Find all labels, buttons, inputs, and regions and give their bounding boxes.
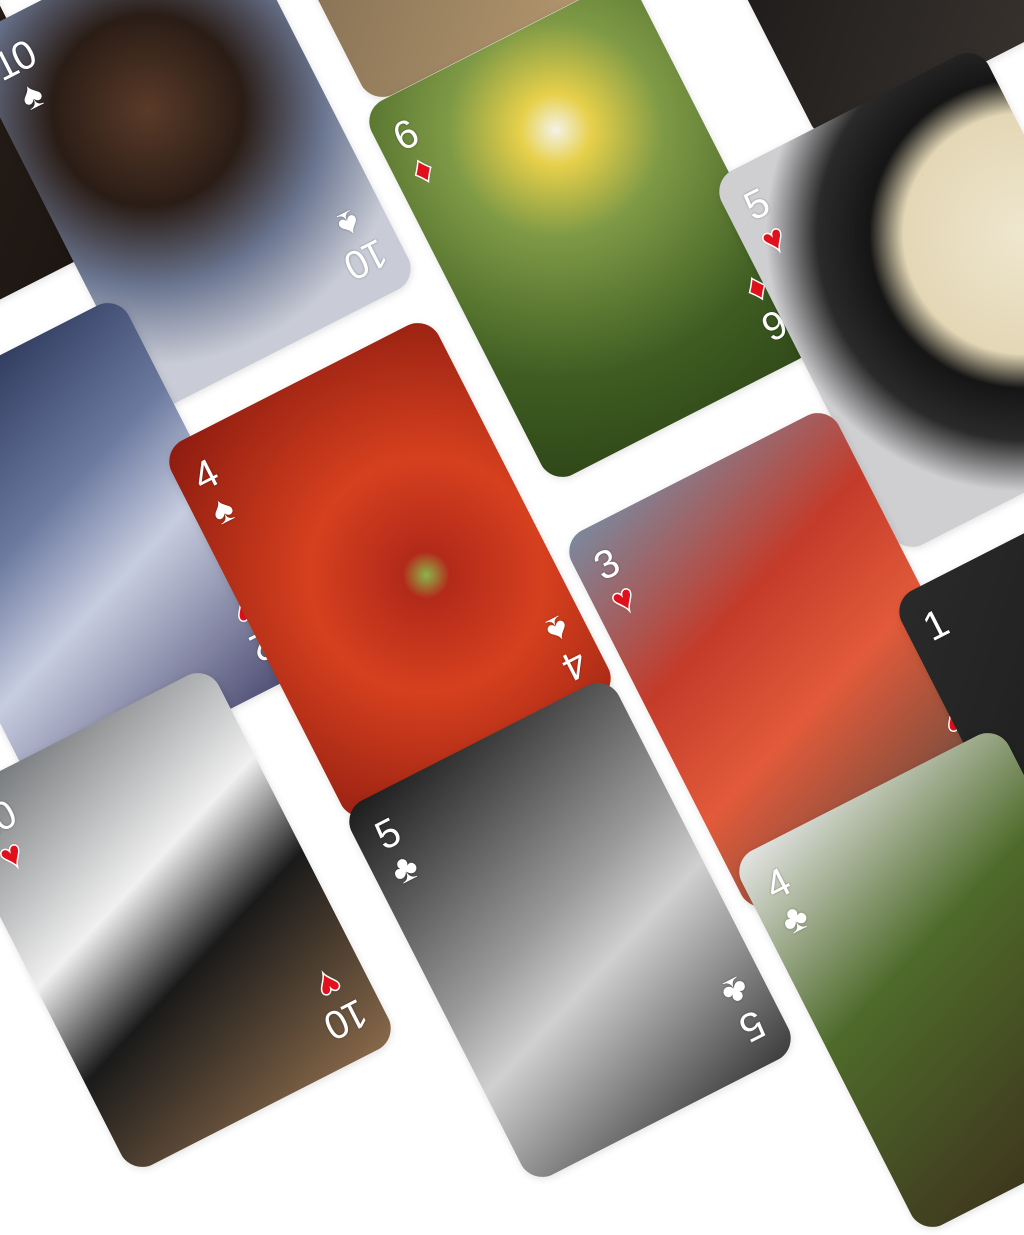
spade-suit-icon: ♠ <box>329 200 367 248</box>
spade-suit-icon: ♠ <box>13 72 51 120</box>
heart-suit-icon: ♥ <box>0 831 32 880</box>
heart-suit-icon: ♥ <box>308 960 349 1009</box>
